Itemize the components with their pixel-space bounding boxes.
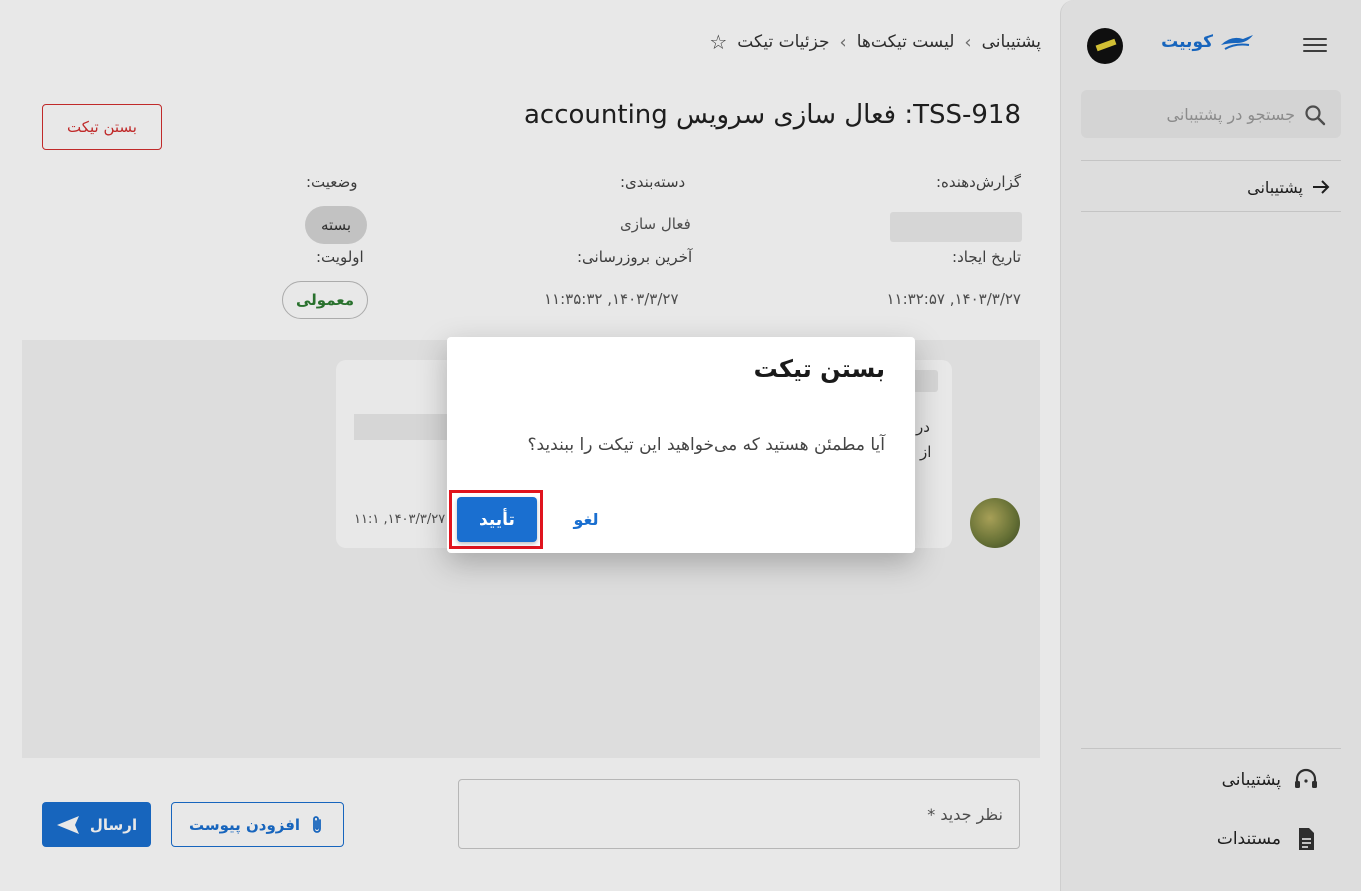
dialog-message: آیا مطمئن هستید که می‌خواهید این تیکت را… (527, 435, 885, 455)
confirm-button[interactable]: تأیید (457, 497, 537, 542)
dialog-title: بستن تیکت (753, 355, 885, 383)
cancel-button[interactable]: لغو (551, 497, 621, 542)
close-ticket-dialog: بستن تیکت آیا مطمئن هستید که می‌خواهید ا… (447, 337, 915, 553)
